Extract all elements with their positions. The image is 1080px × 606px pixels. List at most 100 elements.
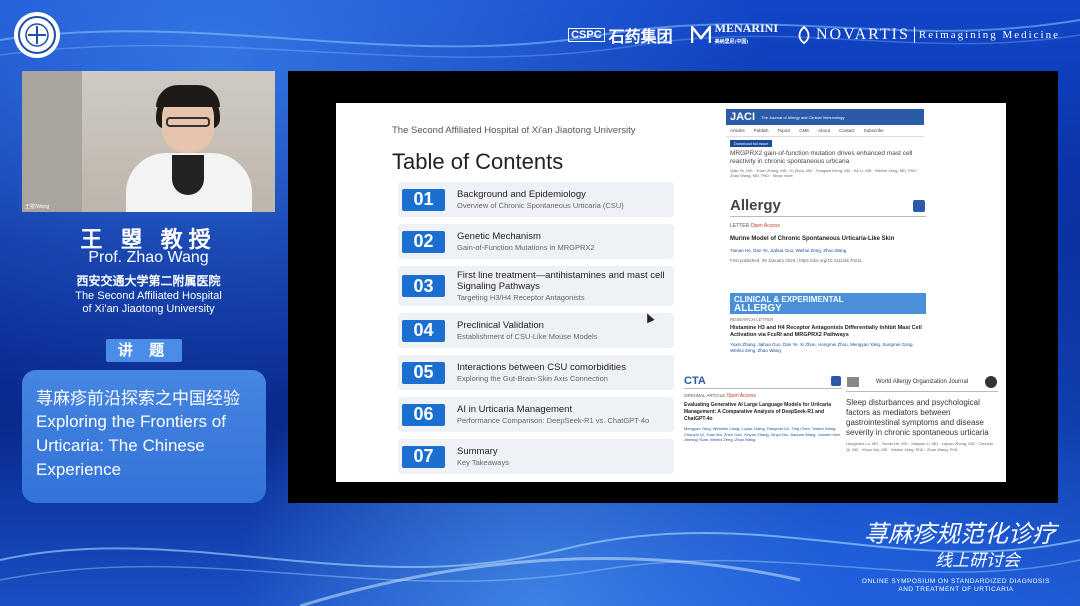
allergy-article: Allergy LETTER Open Access Murine Model … (730, 197, 926, 283)
toc-subheading: Gain-of-Function Mutations in MRGPRX2 (457, 242, 595, 252)
event-brand-en-line1: ONLINE SYMPOSIUM ON STANDARDIZED DIAGNOS… (861, 578, 1050, 585)
toc-text: AI in Urticaria Management Performance C… (457, 404, 649, 426)
toc-item: 02 Genetic Mechanism Gain-of-Function Mu… (398, 224, 674, 259)
video-background-wall (22, 71, 82, 212)
toc-number: 06 (402, 403, 445, 426)
toc-number: 03 (402, 275, 445, 297)
wao-header: World Allergy Organization Journal (846, 375, 998, 392)
event-brand-en: ONLINE SYMPOSIUM ON STANDARDIZED DIAGNOS… (862, 578, 1050, 594)
novartis-tagline: Reimagining Medicine (918, 29, 1060, 41)
topic-box: 荨麻疹前沿探索之中国经验 Exploring the Frontiers of … (22, 370, 266, 503)
cspc-logo: CSPC 石药集团 (568, 23, 673, 47)
wao-globe-icon (985, 376, 997, 388)
toc-heading: Summary (457, 445, 498, 457)
jaci-nav: Articles Publish Topics CME About Contac… (726, 125, 924, 137)
jaci-authors: Qian Ye, MD · Yuxin Zhang, MD · Xi Zhou,… (730, 168, 919, 178)
toc-item: 03 First line treatment—antihistamines a… (398, 266, 674, 306)
cta-open-access: Open Access (726, 393, 756, 399)
topic-title-cn: 荨麻疹前沿探索之中国经验 (36, 389, 240, 408)
hospital-emblem-icon (18, 16, 56, 54)
toc-text: Interactions between CSU comorbidities E… (457, 362, 626, 384)
toc-item: 01 Background and Epidemiology Overview … (398, 182, 674, 217)
wao-logo: World Allergy Organization Journal (875, 379, 969, 385)
cea-authors: Yuxin Zhang, Jiahua Guo, Dan Ye, Xi Zhou… (730, 342, 914, 353)
slide-hospital: The Second Affiliated Hospital of Xi'an … (392, 125, 636, 136)
toc-number: 07 (402, 445, 445, 468)
speaker-hospital-en-line2: of Xi'an Jiaotong University (82, 303, 215, 315)
menarini-logo: MENARINI 美纳里尼(中国) (690, 22, 778, 48)
cta-type: ORIGINAL ARTICLE (684, 393, 726, 398)
toc-heading: Preclinical Validation (457, 319, 544, 331)
speaker-hair-top (156, 85, 220, 107)
speaker-glasses (166, 117, 210, 127)
topic-badge: 讲 题 (106, 339, 182, 362)
menarini-sub: 美纳里尼(中国) (714, 39, 748, 45)
toc-subheading: Performance Comparison: DeepSeek-R1 vs. … (457, 415, 650, 425)
jaci-title: MRGPRX2 gain-of-function mutation drives… (730, 150, 913, 165)
allergy-logo: Allergy (730, 197, 781, 214)
jaci-download-button: Download full issue (730, 140, 773, 147)
jaci-nav-item: Contact (839, 128, 855, 133)
toc-item: 07 Summary Key Takeaways (398, 439, 674, 474)
eaaci-logo-icon (831, 376, 841, 386)
cta-title: Evaluating Generative AI Large Language … (684, 402, 832, 422)
novartis-name: NOVARTIS (816, 26, 910, 43)
topic-title-en: Exploring the Frontiers of Urticaria: Th… (36, 412, 226, 479)
toc-heading: Background and Epidemiology (457, 188, 586, 200)
toc-text: Genetic Mechanism Gain-of-Function Mutat… (457, 231, 595, 253)
jaci-nav-item: Topics (777, 128, 791, 133)
toc-number: 05 (402, 361, 445, 384)
speaker-hospital-en: The Second Affiliated Hospital of Xi'an … (22, 290, 275, 316)
wao-title: Sleep disturbances and psychological fac… (846, 398, 989, 437)
slide-title: Table of Contents (392, 149, 564, 174)
cea-title: Histamine H3 and H4 Receptor Antagonists… (730, 325, 922, 338)
speaker-hospital-en-line1: The Second Affiliated Hospital (75, 290, 222, 302)
menarini-mark-icon (690, 26, 711, 43)
cea-type: RESEARCH LETTER (730, 317, 774, 322)
allergy-letter-label: LETTER (730, 223, 750, 229)
novartis-flame-icon (798, 26, 810, 44)
sponsor-divider (913, 27, 915, 43)
allergy-open-access: Open Access (750, 223, 781, 229)
cta-article: CTA ORIGINAL ARTICLE Open Access Evaluat… (684, 375, 842, 479)
allergy-published: First published: 09 January 2026 | https… (730, 258, 862, 263)
event-brand-cn: 荨麻疹规范化诊疗 (864, 520, 1056, 548)
speaker-video: 王曌/Wang (22, 71, 275, 212)
cspc-mark: CSPC (568, 28, 605, 42)
cta-article-meta: ORIGINAL ARTICLE Open Access (684, 393, 842, 399)
toc-subheading: Exploring the Gut-Brain-Skin Axis Connec… (457, 373, 608, 383)
toc-item: 04 Preclinical Validation Establishment … (398, 313, 674, 348)
presentation-slide: The Second Affiliated Hospital of Xi'an … (336, 103, 1006, 482)
sponsor-logos: CSPC 石药集团 MENARINI 美纳里尼(中国) NOVARTIS Rei… (568, 20, 1060, 50)
speaker-hospital-cn: 西安交通大学第二附属医院 (76, 274, 221, 288)
wao-authors: Hongzhen Lu, MD · Yumei He, MD · Xiaoyan… (846, 441, 993, 452)
toc-heading: Genetic Mechanism (457, 230, 541, 242)
toc-text: Background and Epidemiology Overview of … (457, 189, 624, 211)
cea-header: CLINICAL & EXPERIMENTAL ALLERGY (730, 293, 926, 314)
jaci-nav-item: Publish (753, 128, 769, 133)
allergy-title: Murine Model of Chronic Spontaneous Urti… (730, 236, 895, 242)
toc-item: 06 AI in Urticaria Management Performanc… (398, 397, 674, 432)
toc-number: 01 (402, 188, 445, 211)
jaci-logo: JACI (730, 111, 756, 123)
jaci-nav-item: Articles (730, 128, 745, 133)
toc-heading: First line treatment—antihistamines and … (457, 269, 665, 292)
toc-text: Summary Key Takeaways (457, 446, 509, 468)
toc-heading: AI in Urticaria Management (457, 403, 573, 415)
novartis-logo: NOVARTIS Reimagining Medicine (796, 26, 1060, 44)
event-brand-cn-sub: 线上研讨会 (935, 551, 1020, 571)
jaci-header: JACI The Journal of Allergy and Clinical… (726, 109, 924, 125)
jaci-nav-item: About (818, 128, 831, 133)
cea-article: CLINICAL & EXPERIMENTAL ALLERGY RESEARCH… (730, 293, 926, 373)
toc-heading: Interactions between CSU comorbidities (457, 361, 626, 373)
elsevier-logo-icon (847, 377, 859, 387)
cta-logo: CTA (684, 375, 706, 387)
cta-authors: Mengyao Yang, Weichen Liang, Luyao Zhang… (684, 426, 841, 442)
jaci-nav-item: CME (799, 128, 810, 133)
jaci-nav-item: Subscribe (863, 128, 884, 133)
allergy-authors: Tianan He, Dan Ye, Jiahua Guo, Weihui Ze… (730, 248, 847, 253)
toc-item: 05 Interactions between CSU comorbiditie… (398, 355, 674, 390)
video-caption: 王曌/Wang (25, 204, 50, 210)
toc-subheading: Targeting H3/H4 Receptor Antagonists (457, 292, 585, 302)
eaaci-logo-icon (913, 199, 925, 212)
